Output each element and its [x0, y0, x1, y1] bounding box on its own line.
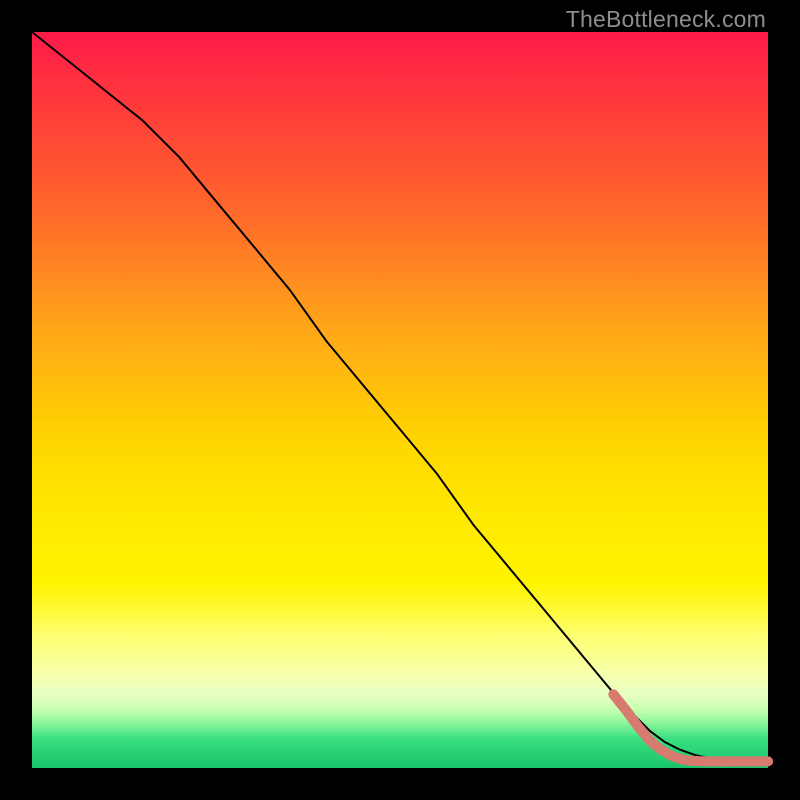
- marker-dot: [742, 756, 752, 766]
- marker-dot: [645, 736, 655, 746]
- marker-dot: [666, 751, 676, 761]
- main-curve: [32, 32, 768, 761]
- marker-dot: [752, 756, 762, 766]
- watermark-text: TheBottleneck.com: [566, 6, 766, 33]
- marker-dot: [698, 756, 708, 766]
- marker-dot: [655, 744, 665, 754]
- marker-dot: [763, 756, 773, 766]
- marker-group: [608, 689, 773, 766]
- marker-dot: [728, 756, 738, 766]
- marker-dot: [684, 756, 694, 766]
- chart-plot-area: [32, 32, 768, 768]
